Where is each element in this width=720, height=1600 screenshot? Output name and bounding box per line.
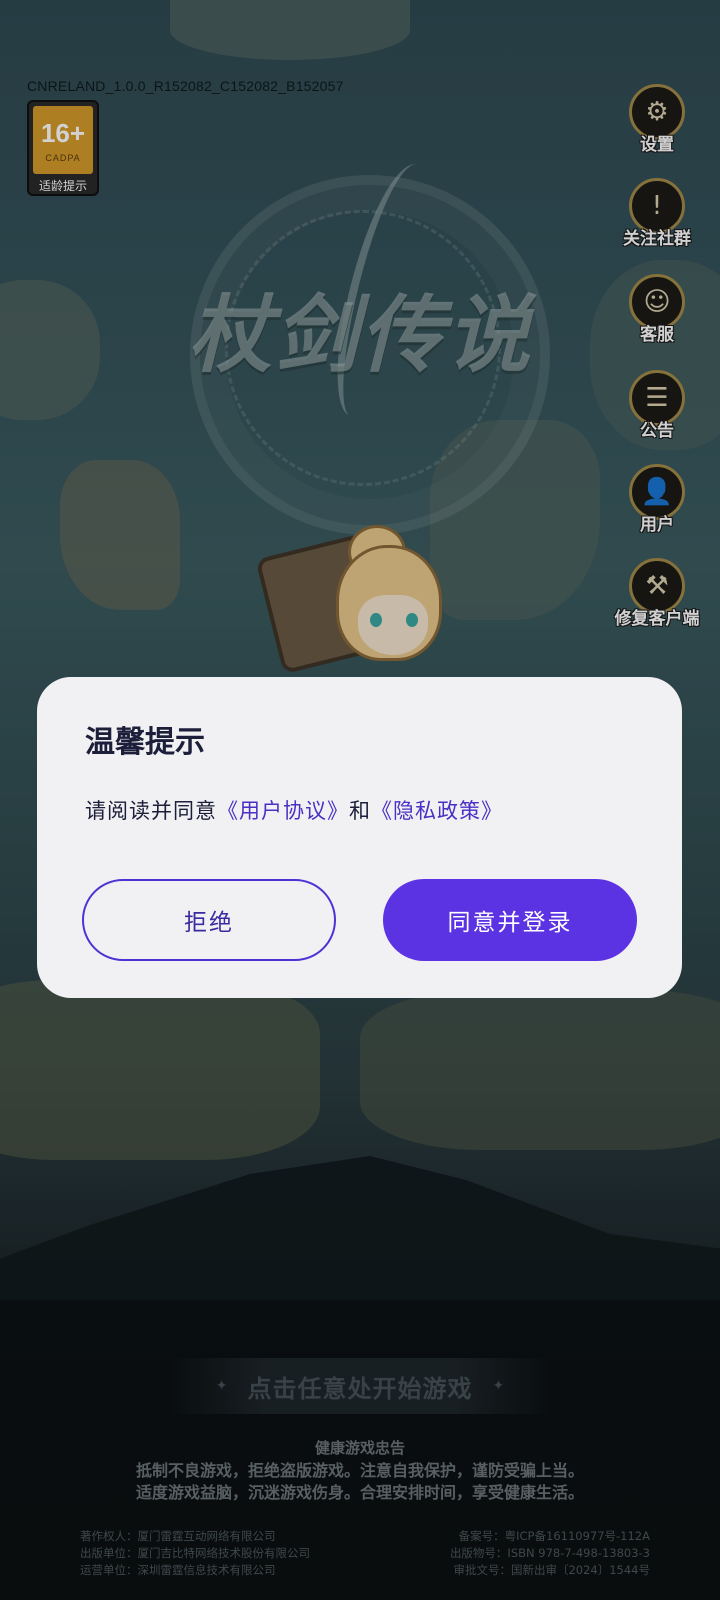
game-launch-screen[interactable]: 杖剑传说 CNRELAND_1.0.0_R152082_C152082_B152…	[0, 0, 720, 1600]
user-agreement-link[interactable]: 《用户协议》	[217, 799, 349, 823]
privacy-policy-link[interactable]: 《隐私政策》	[371, 799, 503, 823]
dialog-title: 温馨提示	[85, 725, 205, 760]
reject-button[interactable]: 拒绝	[82, 879, 336, 961]
dialog-message: 请阅读并同意《用户协议》和《隐私政策》	[85, 795, 503, 825]
dialog-message-prefix: 请阅读并同意	[85, 799, 217, 823]
agreement-dialog: 温馨提示 请阅读并同意《用户协议》和《隐私政策》 拒绝 同意并登录	[37, 677, 682, 998]
dialog-message-conjunction: 和	[349, 799, 371, 823]
agree-and-login-button[interactable]: 同意并登录	[383, 879, 637, 961]
